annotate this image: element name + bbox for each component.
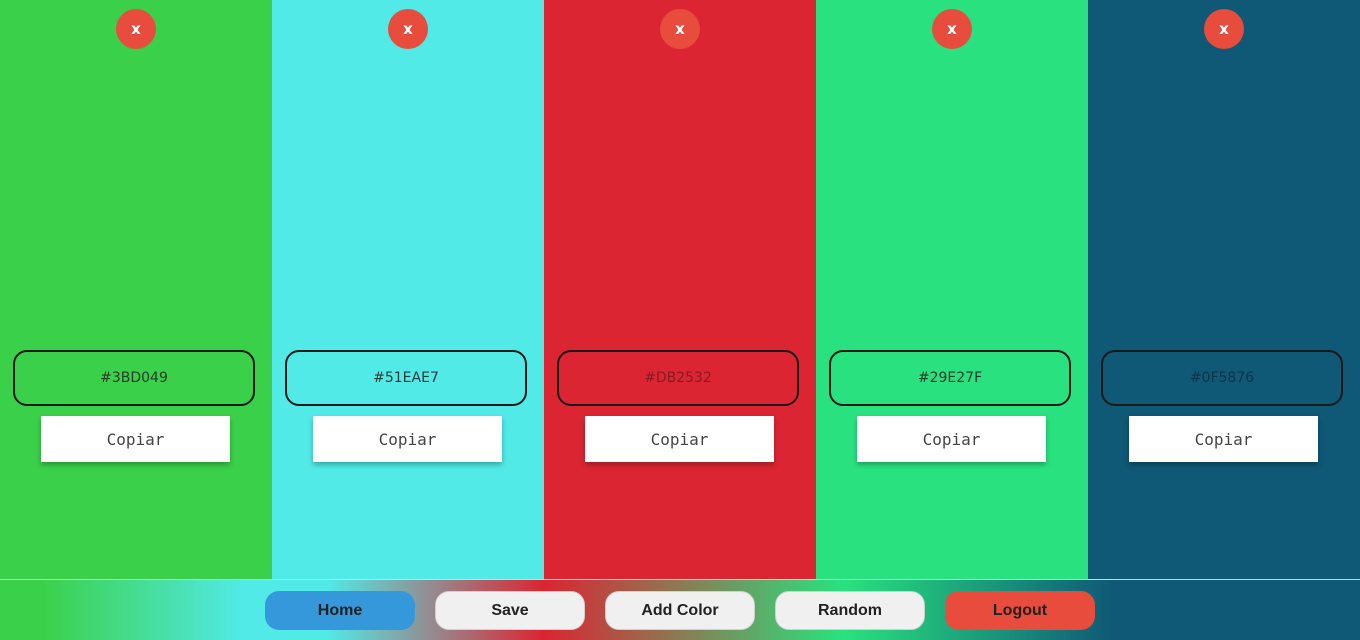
color-column-4: x #29E27F Copiar xyxy=(816,0,1088,579)
copy-button[interactable]: Copiar xyxy=(585,416,774,462)
remove-color-button[interactable]: x xyxy=(932,9,972,49)
copy-button[interactable]: Copiar xyxy=(1129,416,1318,462)
color-column-5: x #0F5876 Copiar xyxy=(1088,0,1360,579)
add-color-button[interactable]: Add Color xyxy=(605,591,755,630)
random-button[interactable]: Random xyxy=(775,591,925,630)
copy-button[interactable]: Copiar xyxy=(313,416,502,462)
home-button[interactable]: Home xyxy=(265,591,415,630)
remove-color-button[interactable]: x xyxy=(388,9,428,49)
hex-code-field[interactable]: #51EAE7 xyxy=(285,350,527,406)
remove-color-button[interactable]: x xyxy=(660,9,700,49)
logout-button[interactable]: Logout xyxy=(945,591,1095,630)
remove-color-button[interactable]: x xyxy=(1204,9,1244,49)
hex-code-field[interactable]: #29E27F xyxy=(829,350,1071,406)
color-column-1: x #3BD049 Copiar xyxy=(0,0,272,579)
color-column-2: x #51EAE7 Copiar xyxy=(272,0,544,579)
copy-button[interactable]: Copiar xyxy=(857,416,1046,462)
hex-code-field[interactable]: #3BD049 xyxy=(13,350,255,406)
hex-code-field[interactable]: #0F5876 xyxy=(1101,350,1343,406)
remove-color-button[interactable]: x xyxy=(116,9,156,49)
color-palette: x #3BD049 Copiar x #51EAE7 Copiar x #DB2… xyxy=(0,0,1360,579)
bottom-toolbar: Home Save Add Color Random Logout xyxy=(0,579,1360,640)
save-button[interactable]: Save xyxy=(435,591,585,630)
copy-button[interactable]: Copiar xyxy=(41,416,230,462)
color-column-3: x #DB2532 Copiar xyxy=(544,0,816,579)
hex-code-field[interactable]: #DB2532 xyxy=(557,350,799,406)
